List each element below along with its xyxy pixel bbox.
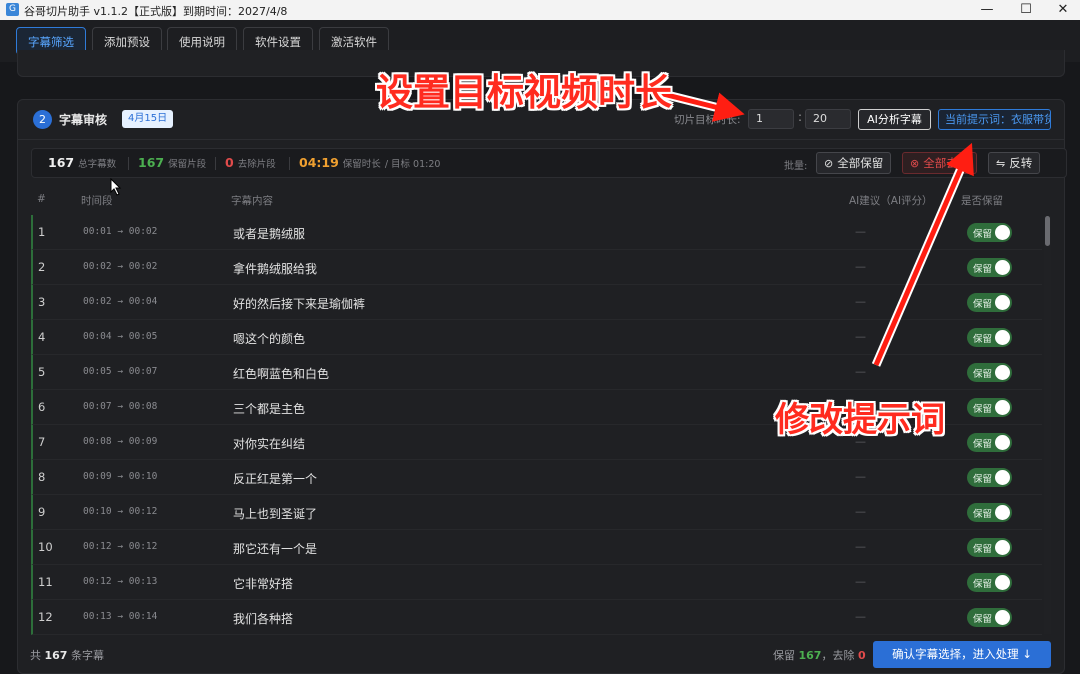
- annotation-set-duration: 设置目标视频时长: [376, 71, 672, 114]
- arrow-to-prompt: [871, 142, 974, 367]
- annotation-edit-prompt: 修改提示词: [775, 400, 945, 440]
